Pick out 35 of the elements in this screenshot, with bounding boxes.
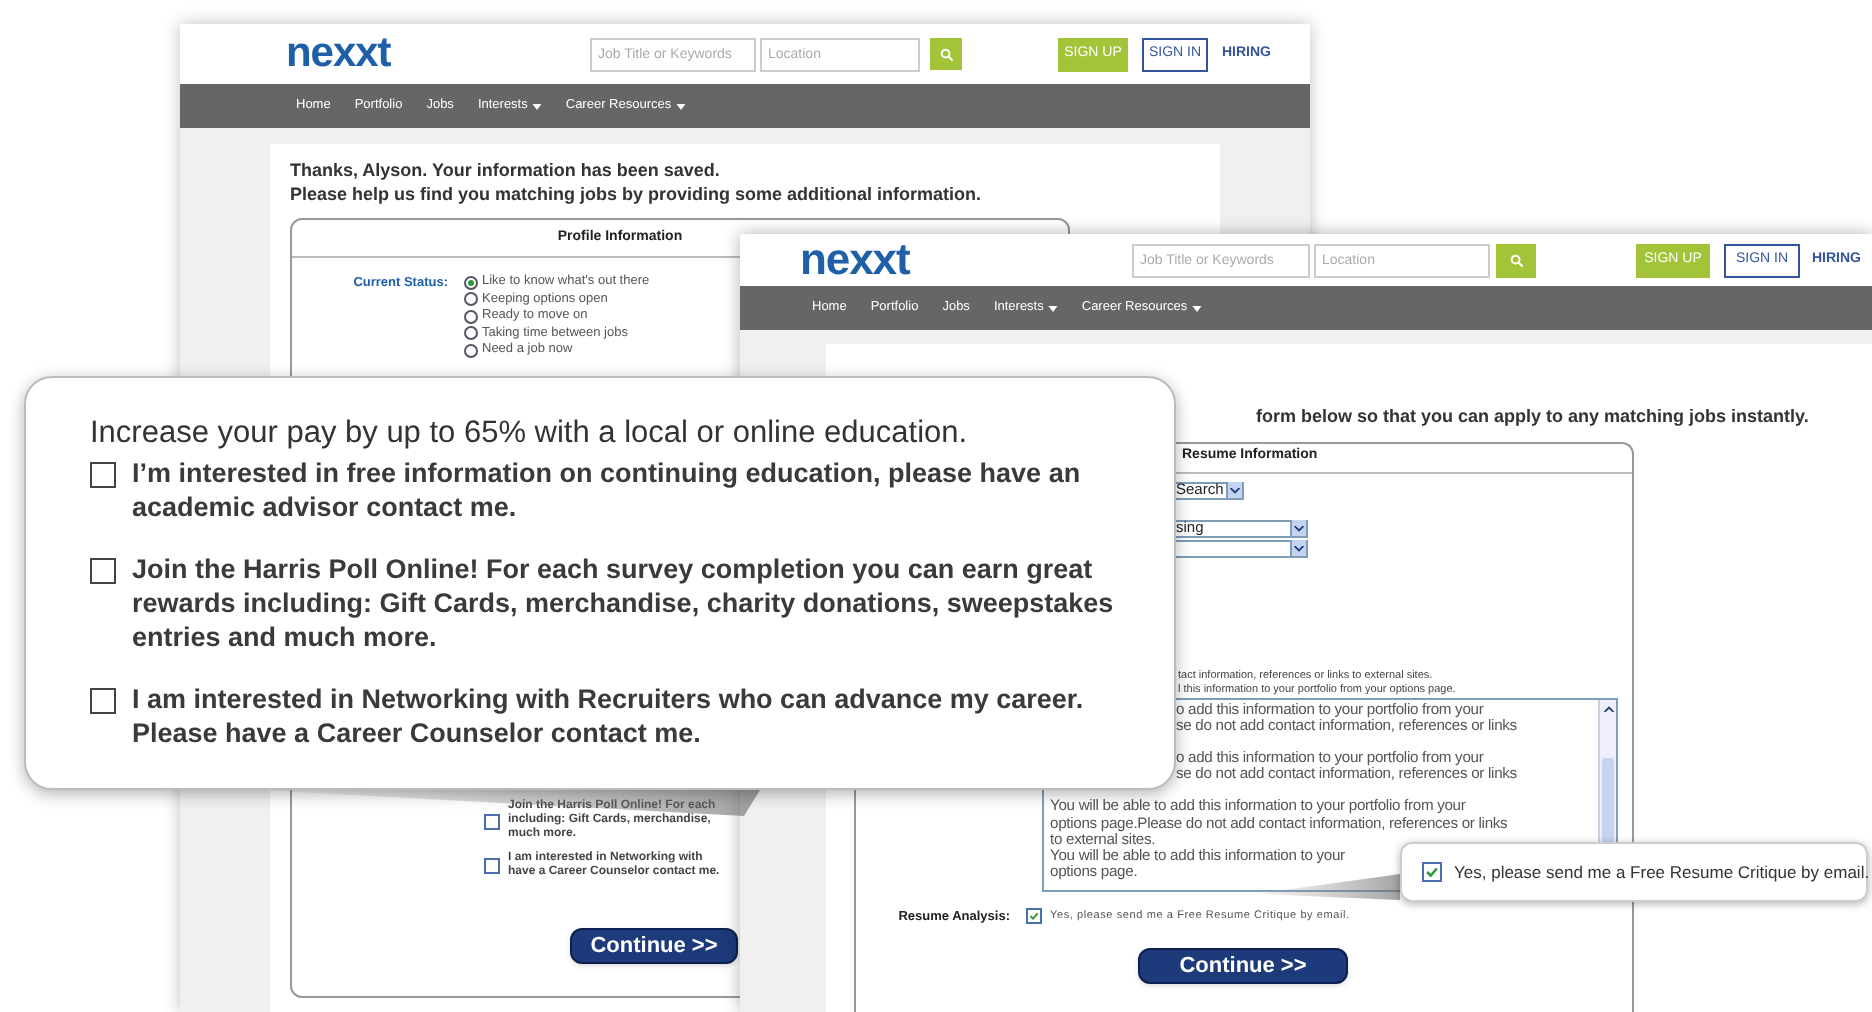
checkbox[interactable]	[1422, 862, 1442, 882]
message-text: Please help us find you matching jobs by providing some additional information.	[290, 182, 984, 206]
logo[interactable]: nexxt	[286, 30, 391, 77]
search-icon	[1509, 253, 1523, 267]
checkbox[interactable]	[90, 462, 116, 488]
scroll-up-icon[interactable]	[1603, 705, 1613, 711]
dropdown-arrow-icon	[1290, 540, 1306, 556]
caret-icon	[675, 103, 686, 109]
checkbox[interactable]	[484, 813, 500, 829]
callout-heading: Increase your pay by up to 65% with a local or online education.	[90, 414, 970, 454]
option-label: Yes, please send me a Free Resume Critique by email.	[1454, 859, 1870, 885]
checkbox[interactable]	[90, 558, 116, 584]
logo[interactable]: nexxt	[800, 233, 910, 284]
message-text: Thanks, Alyson. Your information has been saved.	[290, 158, 722, 182]
message-text: form below so that you can apply to any matching jobs instantly.	[1256, 404, 1811, 430]
caret-icon	[531, 103, 542, 109]
continue-button[interactable]: Continue >>	[570, 928, 738, 964]
option-label: Join the Harris Poll Online! For each survey completion you can earn great rewards including: Gift Cards, merchandise, charity donations, sweepstakes entries and much more.	[132, 552, 1116, 654]
checkbox[interactable]	[484, 858, 500, 874]
option-label: I’m interested in free information on continuing education, please have an academic advisor contact me.	[132, 456, 1083, 524]
checkbox[interactable]	[90, 688, 116, 714]
dropdown-arrow-icon	[1290, 520, 1306, 536]
dropdown-arrow-icon	[1226, 482, 1242, 498]
radio-button[interactable]	[464, 309, 478, 324]
radio-button[interactable]	[464, 343, 478, 358]
caret-icon	[1191, 305, 1202, 311]
checkbox[interactable]	[1026, 908, 1042, 925]
option-label: I am interested in Networking with Recruiters who can advance my career. Please have a Career Counselor contact me.	[132, 682, 1086, 750]
radio-button[interactable]	[464, 292, 478, 307]
continue-button[interactable]: Continue >>	[1138, 948, 1348, 985]
search-icon	[939, 47, 953, 61]
radio-button[interactable]	[464, 275, 478, 290]
radio-button[interactable]	[464, 326, 478, 341]
caret-icon	[1047, 305, 1058, 311]
dropdown[interactable]	[1172, 539, 1308, 557]
